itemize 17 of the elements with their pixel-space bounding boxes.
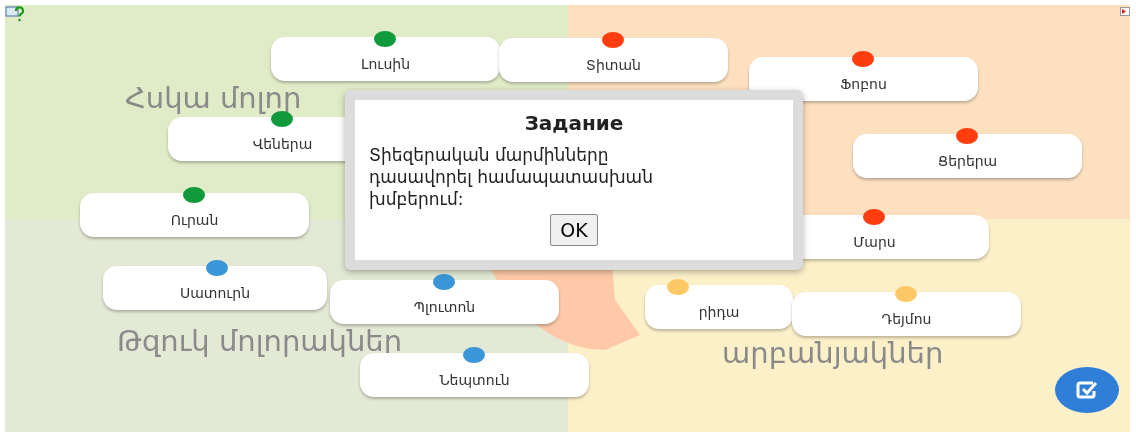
- planet-card[interactable]: Սատուրն: [103, 266, 327, 310]
- planet-card[interactable]: Պլուտոն: [330, 280, 559, 324]
- group-label: Հսկա մոլոր: [125, 83, 302, 115]
- planet-card[interactable]: Ցերերա: [853, 134, 1082, 178]
- planet-card[interactable]: Ուրան: [80, 193, 309, 237]
- planet-card[interactable]: Լուսին: [271, 37, 500, 81]
- ok-button[interactable]: OK: [550, 214, 598, 247]
- planet-card[interactable]: Դեյմոս: [792, 292, 1021, 336]
- flag-icon[interactable]: [1120, 7, 1130, 16]
- planet-card[interactable]: Նեպտուն: [360, 353, 589, 397]
- planet-card[interactable]: Տիտան: [499, 38, 728, 82]
- planet-card[interactable]: րիդա: [645, 285, 793, 329]
- checkbox-icon: [1074, 379, 1100, 401]
- planet-card[interactable]: Ֆոբոս: [749, 57, 978, 101]
- help-icon[interactable]: [5, 5, 25, 22]
- dialog-title: Задание: [523, 110, 625, 137]
- group-label: արբանյակներ: [722, 338, 944, 370]
